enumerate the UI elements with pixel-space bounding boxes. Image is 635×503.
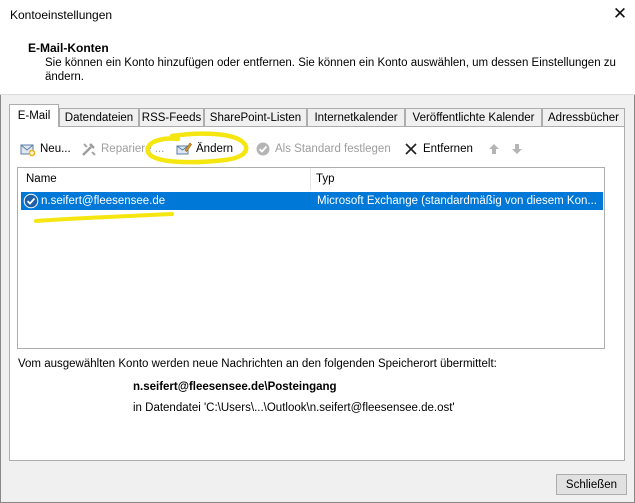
- tab-sharepoint-listen[interactable]: SharePoint-Listen: [204, 108, 307, 126]
- check-circle-icon: [256, 142, 270, 156]
- column-header-type[interactable]: Typ: [316, 168, 335, 190]
- window-title: Kontoeinstellungen: [10, 8, 113, 22]
- page-title: E-Mail-Konten: [28, 41, 109, 55]
- page-description: Sie können ein Konto hinzufügen oder ent…: [45, 57, 616, 83]
- new-button[interactable]: Neu...: [20, 141, 71, 157]
- tab-internetkalender[interactable]: Internetkalender: [307, 108, 405, 126]
- account-name: n.seifert@fleesensee.de: [41, 195, 166, 207]
- change-label: Ändern: [196, 143, 234, 155]
- new-label: Neu...: [40, 143, 71, 155]
- repair-label: Repariere ...: [101, 143, 165, 155]
- delivery-data-file: in Datendatei 'C:\Users\...\Outlook\n.se…: [133, 402, 455, 414]
- list-item[interactable]: n.seifert@fleesensee.de Microsoft Exchan…: [21, 192, 603, 210]
- set-default-label: Als Standard festlegen: [275, 143, 391, 155]
- tab-adressbuecher[interactable]: Adressbücher: [542, 108, 625, 126]
- repair-tools-icon: [82, 143, 96, 156]
- account-list[interactable]: Name Typ n.seifert@fleesensee.de Microso…: [17, 167, 605, 349]
- account-type: Microsoft Exchange (standardmäßig von di…: [317, 195, 597, 207]
- close-icon[interactable]: ✕: [610, 4, 630, 24]
- default-account-check-icon: [23, 193, 39, 209]
- remove-label: Entfernen: [423, 143, 473, 155]
- move-down-button[interactable]: [509, 141, 529, 157]
- repair-button[interactable]: Repariere ...: [81, 141, 164, 157]
- delivery-info-text: Vom ausgewählten Konto werden neue Nachr…: [18, 358, 497, 370]
- tab-veroeffentlichte-kalender[interactable]: Veröffentlichte Kalender: [405, 108, 542, 126]
- remove-x-icon: [405, 143, 417, 155]
- column-header-name[interactable]: Name: [26, 168, 57, 190]
- column-divider: [310, 168, 311, 190]
- arrow-up-icon: [489, 144, 499, 154]
- tab-datendateien[interactable]: Datendateien: [59, 108, 139, 126]
- change-button[interactable]: Ändern: [176, 141, 233, 157]
- tab-rss-feeds[interactable]: RSS-Feeds: [139, 108, 204, 126]
- new-account-icon: [20, 144, 36, 157]
- change-account-icon: [176, 142, 192, 155]
- set-default-button[interactable]: Als Standard festlegen: [255, 141, 391, 157]
- close-button[interactable]: Schließen: [556, 474, 627, 495]
- move-up-button[interactable]: [486, 141, 506, 157]
- delivery-folder-path: n.seifert@fleesensee.de\Posteingang: [133, 381, 337, 393]
- tab-email[interactable]: E-Mail: [9, 104, 59, 127]
- remove-button[interactable]: Entfernen: [403, 141, 473, 157]
- arrow-down-icon: [512, 144, 522, 154]
